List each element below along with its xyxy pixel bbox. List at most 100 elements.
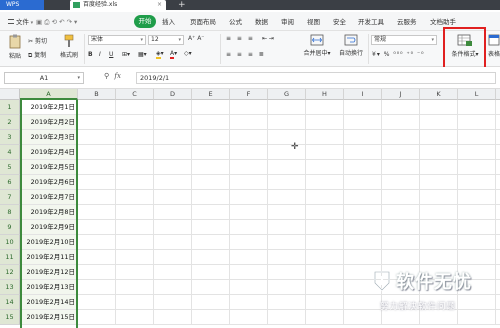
grid-cell[interactable] [382, 190, 420, 205]
grid-cell[interactable] [78, 295, 116, 310]
grid-cell[interactable] [344, 250, 382, 265]
grid-cell[interactable] [496, 205, 500, 220]
grid-cell[interactable] [268, 220, 306, 235]
grid-cell[interactable] [154, 235, 192, 250]
grid-cell[interactable] [382, 160, 420, 175]
grid-cell[interactable] [154, 310, 192, 325]
row-header[interactable]: 9 [0, 220, 20, 235]
grid-cell[interactable] [420, 235, 458, 250]
grid-cell[interactable] [306, 235, 344, 250]
bold-button[interactable]: B [88, 51, 93, 58]
table-style-button[interactable]: 表格 [488, 34, 500, 58]
grid-cell[interactable] [344, 175, 382, 190]
grid-cell[interactable] [192, 205, 230, 220]
menu-formulas[interactable]: 公式 [229, 16, 242, 28]
grid-cell[interactable] [344, 100, 382, 115]
grid-cell[interactable] [344, 190, 382, 205]
grid-cell[interactable] [230, 235, 268, 250]
borders-icon[interactable]: ⊞▾ [122, 51, 130, 58]
grid-cell[interactable] [230, 295, 268, 310]
grid-cell[interactable] [230, 205, 268, 220]
row-header[interactable]: 13 [0, 280, 20, 295]
grid-cell[interactable] [420, 100, 458, 115]
grid-cell[interactable] [78, 130, 116, 145]
grid-cell[interactable] [306, 265, 344, 280]
grid-cell[interactable] [306, 190, 344, 205]
grid-cell[interactable] [116, 295, 154, 310]
grid-cell[interactable] [382, 175, 420, 190]
grid-cell[interactable] [192, 190, 230, 205]
cut-button[interactable]: ✂ 剪切 [28, 36, 47, 45]
grid-cell[interactable] [306, 100, 344, 115]
grid-cell[interactable] [230, 145, 268, 160]
column-header-i[interactable]: I [344, 89, 382, 100]
grid-cell[interactable] [116, 265, 154, 280]
row-header[interactable]: 10 [0, 235, 20, 250]
grid-cell[interactable] [154, 265, 192, 280]
grid-cell[interactable] [154, 175, 192, 190]
grid-cell[interactable] [306, 250, 344, 265]
grid-cell[interactable] [306, 220, 344, 235]
grid-cell[interactable] [420, 145, 458, 160]
grid-cell[interactable] [382, 205, 420, 220]
grid-cell[interactable] [78, 100, 116, 115]
grid-cell[interactable] [230, 100, 268, 115]
cell-a[interactable]: 2019年2月13日 [20, 280, 78, 295]
row-header[interactable]: 2 [0, 115, 20, 130]
column-header-b[interactable]: B [78, 89, 116, 100]
paste-button[interactable]: 粘贴 [4, 34, 26, 60]
grid-cell[interactable] [268, 250, 306, 265]
grid-cell[interactable] [420, 115, 458, 130]
fx-icon[interactable]: fx [114, 72, 121, 80]
grid-cell[interactable] [192, 280, 230, 295]
grid-cell[interactable] [268, 115, 306, 130]
grid-cell[interactable] [230, 220, 268, 235]
grid-cell[interactable] [268, 235, 306, 250]
number-format-select[interactable]: 常规 ▾ [371, 35, 437, 45]
cell-a[interactable]: 2019年2月12日 [20, 265, 78, 280]
grid-cell[interactable] [192, 130, 230, 145]
grid-cell[interactable] [306, 295, 344, 310]
row-header[interactable]: 6 [0, 175, 20, 190]
grid-cell[interactable] [268, 160, 306, 175]
grid-cell[interactable] [458, 145, 496, 160]
grid-cell[interactable] [268, 145, 306, 160]
menu-cloud-service[interactable]: 云服务 [397, 16, 417, 28]
formula-input[interactable]: 2019/2/1 [136, 72, 496, 84]
cell-a[interactable]: 2019年2月7日 [20, 190, 78, 205]
grid-cell[interactable] [192, 175, 230, 190]
grid-cell[interactable] [382, 250, 420, 265]
grid-cell[interactable] [230, 175, 268, 190]
grid-cell[interactable] [78, 145, 116, 160]
grid-cell[interactable] [192, 250, 230, 265]
grid-cell[interactable] [306, 310, 344, 325]
close-tab-icon[interactable]: × [157, 0, 162, 10]
grid-cell[interactable] [496, 220, 500, 235]
column-header-j[interactable]: J [382, 89, 420, 100]
font-color-icon[interactable]: A▾ [170, 50, 177, 59]
row-header[interactable]: 3 [0, 130, 20, 145]
grid-cell[interactable] [230, 160, 268, 175]
indent-icons[interactable]: ⇤ ⇥ [262, 35, 274, 42]
grid-cell[interactable] [382, 100, 420, 115]
grid-cell[interactable] [458, 220, 496, 235]
fill-color-icon[interactable]: ◈▾ [156, 50, 164, 59]
menu-review[interactable]: 审阅 [281, 16, 294, 28]
grid-cell[interactable] [268, 265, 306, 280]
cell-a[interactable]: 2019年2月4日 [20, 145, 78, 160]
grid-cell[interactable] [230, 115, 268, 130]
grid-cell[interactable] [458, 235, 496, 250]
grid-cell[interactable] [268, 190, 306, 205]
app-tab-wps[interactable]: WPS [0, 0, 44, 10]
menu-page-layout[interactable]: 页面布局 [190, 16, 216, 28]
grid-cell[interactable] [78, 220, 116, 235]
grid-cell[interactable] [496, 265, 500, 280]
grid-cell[interactable] [154, 115, 192, 130]
grid-cell[interactable] [192, 265, 230, 280]
grid-cell[interactable] [192, 235, 230, 250]
grid-cell[interactable] [344, 130, 382, 145]
format-painter-button[interactable]: 格式刷 [56, 34, 82, 59]
grid-cell[interactable] [496, 190, 500, 205]
select-all-corner[interactable] [0, 89, 20, 100]
grid-cell[interactable] [420, 190, 458, 205]
